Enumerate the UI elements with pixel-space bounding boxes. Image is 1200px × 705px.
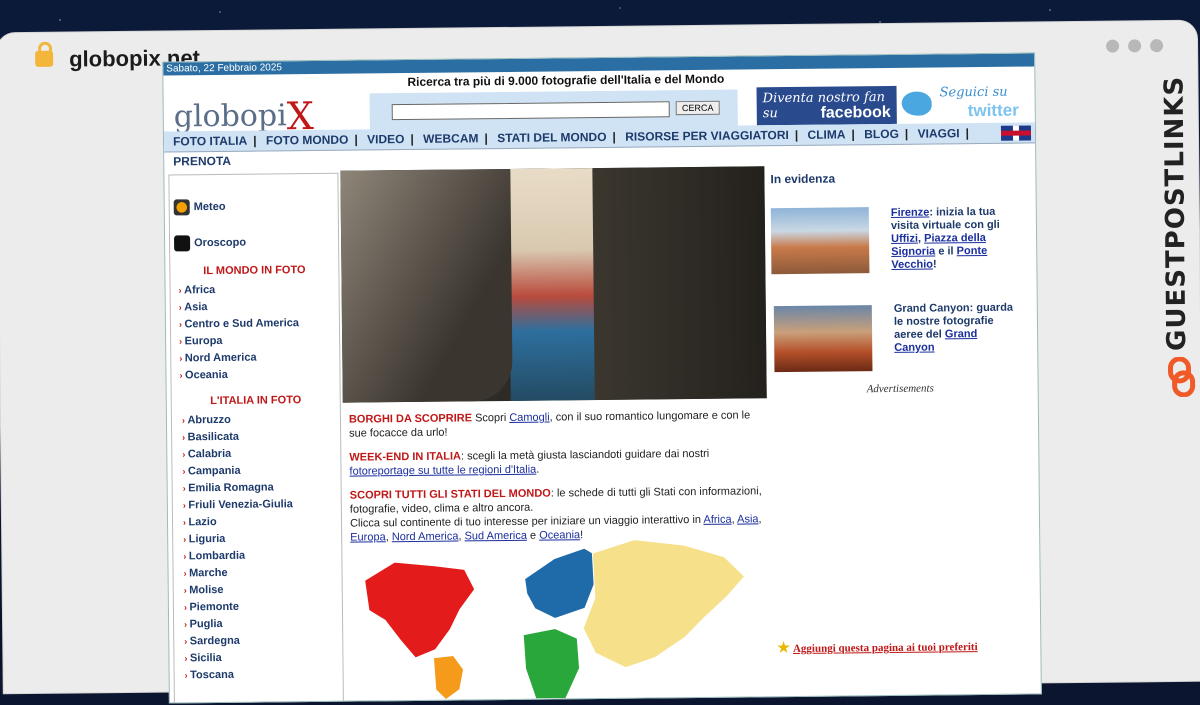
uffizi-link[interactable]: Uffizi bbox=[891, 233, 918, 245]
world-africa[interactable]: Africa bbox=[179, 284, 215, 296]
italy-liguria[interactable]: Liguria bbox=[183, 533, 226, 545]
window-menu-dots[interactable] bbox=[1106, 39, 1164, 53]
browser-window: globopix.net Sabato, 22 Febbraio 2025 gl… bbox=[0, 20, 1200, 704]
link-asia[interactable]: Asia bbox=[737, 513, 759, 525]
advertisements-label: Advertisements bbox=[866, 382, 934, 396]
camogli-link[interactable]: Camogli bbox=[509, 412, 549, 424]
add-favorites-link[interactable]: ★ Aggiungi questa pagina ai tuoi preferit… bbox=[777, 638, 977, 657]
watermark-text: GUESTPOSTLINKS bbox=[1159, 75, 1193, 352]
main-content: BORGHI DA SCOPRIRE Scopri Camogli, con i… bbox=[349, 408, 770, 554]
firenze-thumbnail[interactable] bbox=[770, 207, 870, 275]
map-africa[interactable] bbox=[522, 627, 581, 700]
italy-marche[interactable]: Marche bbox=[183, 567, 228, 579]
site-header: globopiX Ricerca tra più di 9.000 fotogr… bbox=[163, 66, 1035, 139]
nav-viaggi[interactable]: VIAGGI bbox=[917, 126, 959, 140]
italy-section-title: L'ITALIA IN FOTO bbox=[210, 394, 302, 408]
map-south-america[interactable] bbox=[432, 655, 465, 701]
grand-canyon-text: Grand Canyon: guarda le nostre fotografi… bbox=[893, 301, 1014, 354]
facebook-banner[interactable]: Diventa nostro fan su facebook bbox=[756, 85, 897, 126]
italy-molise[interactable]: Molise bbox=[184, 584, 223, 596]
search-button[interactable]: CERCA bbox=[675, 100, 720, 116]
meteo-link[interactable]: Meteo bbox=[173, 199, 226, 216]
stone-wall bbox=[592, 166, 767, 401]
nav-foto-mondo[interactable]: FOTO MONDO bbox=[266, 133, 349, 148]
nav-blog[interactable]: BLOG bbox=[864, 127, 899, 141]
stone-arch bbox=[340, 168, 513, 403]
facebook-line2: facebook bbox=[820, 103, 891, 122]
paragraph-stati: SCOPRI TUTTI GLI STATI DEL MONDO: le sch… bbox=[349, 485, 762, 544]
twitter-line1: Seguici su bbox=[939, 84, 1008, 101]
nav-risorse[interactable]: RISORSE PER VIAGGIATORI bbox=[625, 128, 789, 144]
paragraph-weekend: WEEK-END IN ITALIA: scegli la metà giust… bbox=[349, 447, 710, 478]
world-section-title: IL MONDO IN FOTO bbox=[203, 264, 306, 278]
italy-sardegna[interactable]: Sardegna bbox=[184, 635, 240, 648]
italy-puglia[interactable]: Puglia bbox=[184, 618, 223, 630]
world-oceania[interactable]: Oceania bbox=[179, 369, 228, 382]
guestpostlinks-watermark: GUESTPOSTLINKS bbox=[1154, 75, 1200, 402]
nav-foto-italia[interactable]: FOTO ITALIA bbox=[173, 134, 247, 149]
italy-basilicata[interactable]: Basilicata bbox=[182, 431, 239, 444]
world-asia[interactable]: Asia bbox=[179, 301, 207, 313]
italy-emilia-romagna[interactable]: Emilia Romagna bbox=[183, 481, 274, 494]
map-north-america[interactable] bbox=[364, 561, 476, 659]
fotoreportage-link[interactable]: fotoreportage su tutte le regioni d'Ital… bbox=[349, 464, 536, 478]
twitter-banner[interactable]: Seguici su twitter bbox=[901, 80, 1031, 121]
firenze-link[interactable]: Firenze bbox=[891, 207, 930, 219]
world-map[interactable] bbox=[354, 536, 756, 701]
italy-calabria[interactable]: Calabria bbox=[182, 448, 232, 461]
nav-stati-del-mondo[interactable]: STATI DEL MONDO bbox=[497, 130, 606, 145]
harbor-view bbox=[508, 168, 596, 401]
italy-lazio[interactable]: Lazio bbox=[183, 516, 216, 528]
search-input[interactable] bbox=[391, 101, 670, 121]
nav-video[interactable]: VIDEO bbox=[367, 132, 404, 146]
webpage: Sabato, 22 Febbraio 2025 globopiX Ricerc… bbox=[162, 52, 1042, 704]
link-logo-icon bbox=[1167, 356, 1196, 398]
sun-icon bbox=[173, 199, 190, 216]
world-europa[interactable]: Europa bbox=[179, 335, 223, 347]
paragraph-borghi: BORGHI DA SCOPRIRE Scopri Camogli, con i… bbox=[348, 409, 751, 440]
italy-lombardia[interactable]: Lombardia bbox=[183, 550, 245, 563]
world-centro-sud-america[interactable]: Centro e Sud America bbox=[179, 317, 299, 330]
italy-campania[interactable]: Campania bbox=[182, 465, 241, 478]
world-nord-america[interactable]: Nord America bbox=[179, 352, 257, 365]
search-title: Ricerca tra più di 9.000 fotografie dell… bbox=[407, 71, 725, 90]
nav-webcam[interactable]: WEBCAM bbox=[423, 131, 478, 146]
oroscopo-link[interactable]: Oroscopo bbox=[174, 235, 246, 252]
grand-canyon-thumbnail[interactable] bbox=[773, 305, 873, 373]
italy-abruzzo[interactable]: Abruzzo bbox=[182, 414, 231, 427]
globopix-logo[interactable]: globopiX bbox=[174, 90, 314, 138]
moon-icon bbox=[174, 235, 191, 252]
italy-piemonte[interactable]: Piemonte bbox=[184, 601, 239, 614]
map-asia[interactable] bbox=[582, 539, 746, 669]
nav-clima[interactable]: CLIMA bbox=[807, 127, 845, 141]
lock-icon bbox=[35, 50, 54, 67]
in-evidenza-title: In evidenza bbox=[770, 171, 836, 187]
nav-prenota[interactable]: PRENOTA bbox=[173, 154, 231, 169]
italy-friuli[interactable]: Friuli Venezia-Giulia bbox=[183, 498, 293, 511]
sidebar: Meteo Oroscopo IL MONDO IN FOTO Africa A… bbox=[168, 172, 345, 704]
featured-photo[interactable] bbox=[340, 166, 767, 403]
link-africa[interactable]: Africa bbox=[703, 514, 731, 526]
search-box: CERCA bbox=[369, 89, 738, 132]
italy-toscana[interactable]: Toscana bbox=[185, 669, 234, 682]
star-icon: ★ bbox=[777, 641, 791, 657]
italy-sicilia[interactable]: Sicilia bbox=[184, 652, 222, 664]
twitter-line2: twitter bbox=[967, 100, 1019, 121]
firenze-text: Firenze: inizia la tua visita virtuale c… bbox=[890, 205, 1000, 271]
in-evidenza-panel: In evidenza Firenze: inizia la tua visit… bbox=[768, 165, 1030, 373]
uk-flag-icon[interactable] bbox=[1000, 125, 1032, 141]
twitter-bird-icon bbox=[901, 91, 932, 116]
